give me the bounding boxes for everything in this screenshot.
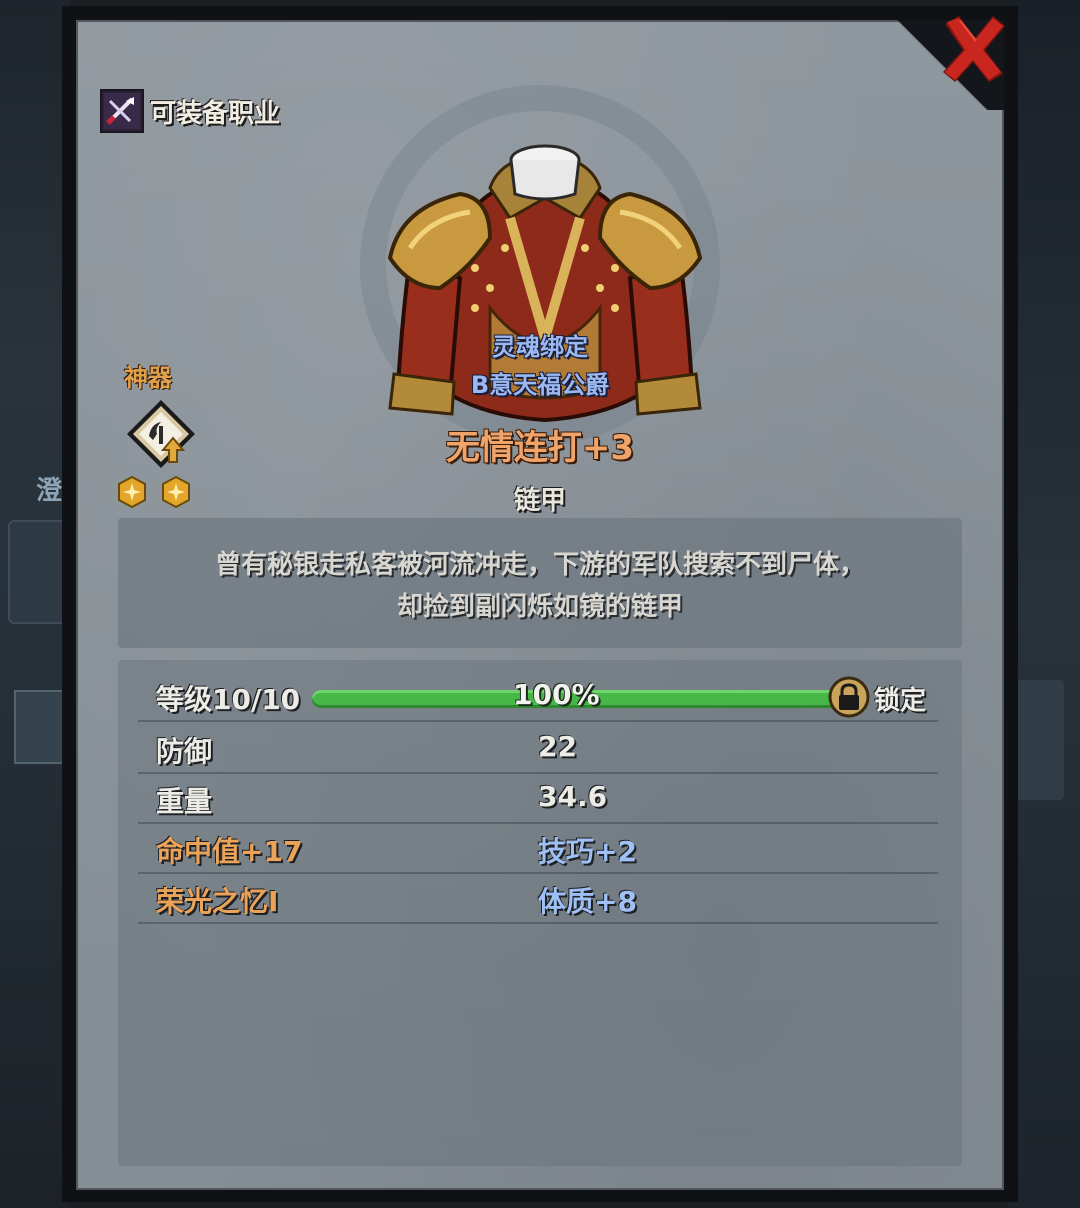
close-x-icon (943, 16, 1005, 82)
item-description-line: 却捡到副闪烁如镜的链甲 (396, 592, 683, 622)
gold-star-icon (162, 476, 190, 508)
stat-row-weight: 重量 34.6 (138, 772, 938, 824)
class-crossed-weapons-icon (100, 89, 144, 133)
level-row: 等级10/10 100% 锁定 (138, 670, 938, 722)
set-bonus-value: 体质+8 (538, 885, 637, 918)
equippable-class-label: 可装备职业 (150, 98, 281, 129)
artifact-upgrade-icon[interactable] (125, 398, 197, 470)
level-label: 等级10/10 (156, 683, 301, 716)
equippable-class-row[interactable]: 可装备职业 (100, 86, 280, 136)
gold-star-icon (118, 476, 146, 508)
item-description-line: 曾有秘银走私客被河流冲走，下游的军队搜索不到尸体， (214, 550, 865, 580)
background-icon-fragment (14, 690, 64, 764)
item-name: 无情连打+3 (445, 428, 635, 468)
background-right (1008, 0, 1080, 1208)
stat-value: 34.6 (538, 780, 608, 813)
background-left: 澄 (0, 0, 70, 1208)
item-description-box: 曾有秘银走私客被河流冲走，下游的军队搜索不到尸体， 却捡到副闪烁如镜的链甲 (118, 518, 962, 648)
stat-row-set-bonus: 荣光之忆I 体质+8 (138, 872, 938, 924)
item-description: 曾有秘银走私客被河流冲走，下游的军队搜索不到尸体， 却捡到副闪烁如镜的链甲 (118, 544, 962, 628)
stat-label: 防御 (156, 735, 213, 768)
stat-row-bonus: 命中值+17 技巧+2 (138, 822, 938, 874)
soulbound-status: 灵魂绑定 (492, 333, 588, 361)
stat-row-defense: 防御 22 (138, 722, 938, 774)
item-stats-box: 等级10/10 100% 锁定 防御 22 重量 34.6 命中值+17 技巧+… (118, 660, 962, 1166)
item-type: 链甲 (513, 486, 566, 516)
level-percent: 100% (513, 678, 600, 711)
background-fragment (1014, 680, 1064, 800)
padlock-icon[interactable] (828, 676, 870, 718)
stat-value: 22 (538, 730, 577, 763)
soulbound-owner: B意天福公爵 (470, 371, 610, 399)
bonus-stat-label: 命中值+17 (156, 835, 303, 868)
soulbound-label: 灵魂绑定 B意天福公爵 (440, 328, 640, 404)
background-shield-fragment (8, 520, 66, 624)
artifact-label: 神器 (124, 364, 172, 392)
set-bonus-label: 荣光之忆I (156, 885, 279, 918)
stat-label: 重量 (156, 785, 213, 818)
artifact-star-row (116, 476, 192, 508)
bonus-stat-value: 技巧+2 (538, 835, 637, 868)
lock-label[interactable]: 锁定 (874, 680, 926, 717)
close-button[interactable] (935, 10, 1011, 86)
